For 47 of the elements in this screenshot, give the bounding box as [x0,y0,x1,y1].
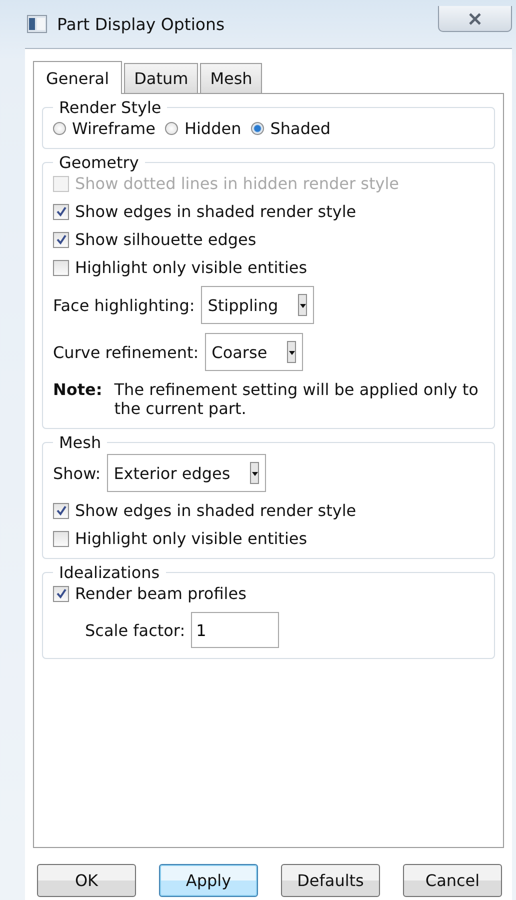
radio-option[interactable]: Shaded [251,119,330,138]
check-icon [56,588,66,599]
group-title: Idealizations [58,563,161,582]
radio-option[interactable]: Hidden [165,119,242,138]
app-icon [27,15,47,33]
dropdown[interactable]: Exterior edges [106,454,266,492]
tab[interactable]: Datum [124,63,198,93]
checkbox-option[interactable]: Highlight only visible entities [53,529,484,548]
dialog-button[interactable]: Cancel [403,864,502,897]
check-icon [56,505,66,516]
dialog-button[interactable]: Defaults [281,864,380,897]
checkbox[interactable] [53,502,69,518]
checkbox[interactable] [53,204,69,220]
dropdown[interactable]: Stippling [200,286,314,324]
checkbox[interactable] [53,530,69,546]
checkbox-option[interactable]: Show silhouette edges [53,230,484,249]
tab[interactable]: Mesh [200,63,262,93]
check-icon [56,206,66,217]
checkbox[interactable] [53,260,69,276]
field-label: Scale factor: [85,620,186,640]
tab[interactable]: General [33,61,122,94]
checkbox-option[interactable]: Render beam profiles [53,584,484,603]
window-title: Part Display Options [57,14,225,34]
checkbox[interactable] [53,586,69,602]
dropdown-label: Face highlighting: [53,296,195,314]
group-title: Geometry [58,153,140,172]
input-field[interactable]: 1 [191,612,280,648]
radio-button[interactable] [165,122,178,135]
check-icon [56,234,66,245]
group-title: Mesh [58,433,102,452]
dialog-button[interactable]: Apply [159,864,258,897]
dialog-button[interactable]: OK [37,864,136,897]
note-text: The refinement setting will be applied only to the current part. [114,380,480,418]
checkbox-option[interactable]: Highlight only visible entities [53,258,484,277]
dropdown-label: Show: [53,464,101,482]
checkbox[interactable] [53,232,69,248]
close-button[interactable] [438,6,512,32]
checkbox-option[interactable]: Show edges in shaded render style [53,202,484,221]
note-label: Note: [53,380,102,401]
close-icon [468,12,482,24]
radio-button[interactable] [53,122,66,135]
dropdown-label: Curve refinement: [53,342,199,362]
radio-button[interactable] [251,122,264,135]
radio-option[interactable]: Wireframe [53,119,156,138]
group-title: Render Style [58,98,162,117]
checkbox-option[interactable]: Show edges in shaded render style [53,501,484,520]
dropdown[interactable]: Coarse [204,333,304,371]
